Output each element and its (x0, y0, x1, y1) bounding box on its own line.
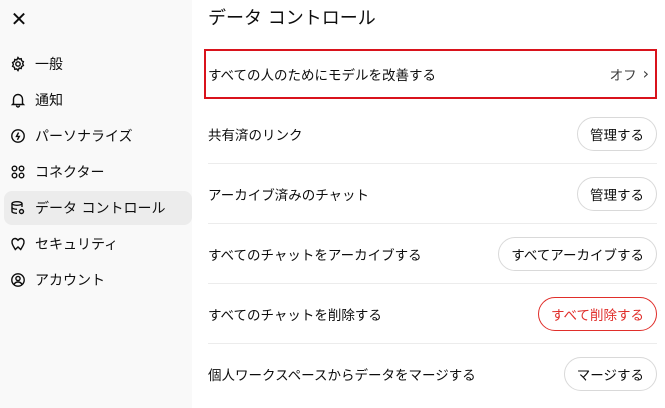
shield-icon (9, 235, 27, 253)
user-icon (9, 271, 27, 289)
sidebar-item-connectors[interactable]: コネクター (4, 155, 192, 189)
sidebar-item-notifications[interactable]: 通知 (4, 83, 192, 117)
delete-all-button[interactable]: すべて削除する (537, 296, 657, 331)
sidebar-item-account[interactable]: アカウント (4, 263, 192, 297)
sidebar-item-label: 一般 (35, 57, 63, 73)
manage-archived-chats-button[interactable]: 管理する (577, 176, 657, 211)
sidebar-item-data-controls[interactable]: データ コントロール (4, 191, 192, 225)
sidebar-item-label: コネクター (35, 165, 105, 181)
improve-model-row[interactable]: すべての人のためにモデルを改善する オフ › (208, 50, 657, 98)
improve-model-value[interactable]: オフ › (610, 64, 651, 84)
toggle-value: オフ (609, 67, 637, 84)
archived-chats-row: アーカイブ済みのチャット 管理する (208, 164, 657, 224)
merge-button[interactable]: マージする (563, 357, 657, 391)
archive-all-button[interactable]: すべてアーカイブする (498, 236, 657, 271)
row-label: 共有済のリンク (208, 127, 303, 144)
sidebar-item-security[interactable]: セキュリティ (4, 227, 192, 261)
row-label: すべての人のためにモデルを改善する (208, 67, 437, 84)
settings-dialog: ✕ 一般 通知 パーソナライズ コネクター データ コントロール セキュリティ … (0, 0, 665, 408)
chevron-right-icon: › (642, 64, 649, 83)
sidebar-item-label: 通知 (35, 93, 63, 109)
row-label: 個人ワークスペースからデータをマージする (208, 368, 476, 384)
data-controls-panel: データ コントロール すべての人のためにモデルを改善する オフ › 共有済のリン… (192, 0, 665, 408)
close-icon: ✕ (10, 7, 28, 31)
archive-all-row: すべてのチャットをアーカイブする すべてアーカイブする (208, 224, 657, 284)
sidebar-item-label: アカウント (35, 273, 105, 289)
page-title: データ コントロール (208, 8, 376, 29)
merge-data-row: 個人ワークスペースからデータをマージする マージする (208, 344, 657, 404)
close-button[interactable]: ✕ (6, 6, 32, 32)
row-label: アーカイブ済みのチャット (208, 187, 370, 204)
bell-icon (9, 91, 27, 109)
settings-sidebar: ✕ 一般 通知 パーソナライズ コネクター データ コントロール セキュリティ … (0, 0, 192, 408)
shared-links-row: 共有済のリンク 管理する (208, 104, 657, 164)
sidebar-item-label: データ コントロール (35, 201, 166, 217)
manage-shared-links-button[interactable]: 管理する (577, 116, 657, 151)
personalize-icon (9, 127, 27, 145)
sidebar-item-label: パーソナライズ (35, 129, 133, 145)
delete-all-row: すべてのチャットを削除する すべて削除する (208, 284, 657, 344)
connector-icon (9, 163, 27, 181)
sidebar-item-general[interactable]: 一般 (4, 47, 192, 81)
gear-icon (9, 55, 27, 73)
sidebar-item-label: セキュリティ (35, 237, 119, 253)
row-label: すべてのチャットをアーカイブする (208, 247, 422, 264)
row-label: すべてのチャットを削除する (208, 307, 382, 324)
sidebar-item-personalize[interactable]: パーソナライズ (4, 119, 192, 153)
database-icon (9, 199, 27, 217)
